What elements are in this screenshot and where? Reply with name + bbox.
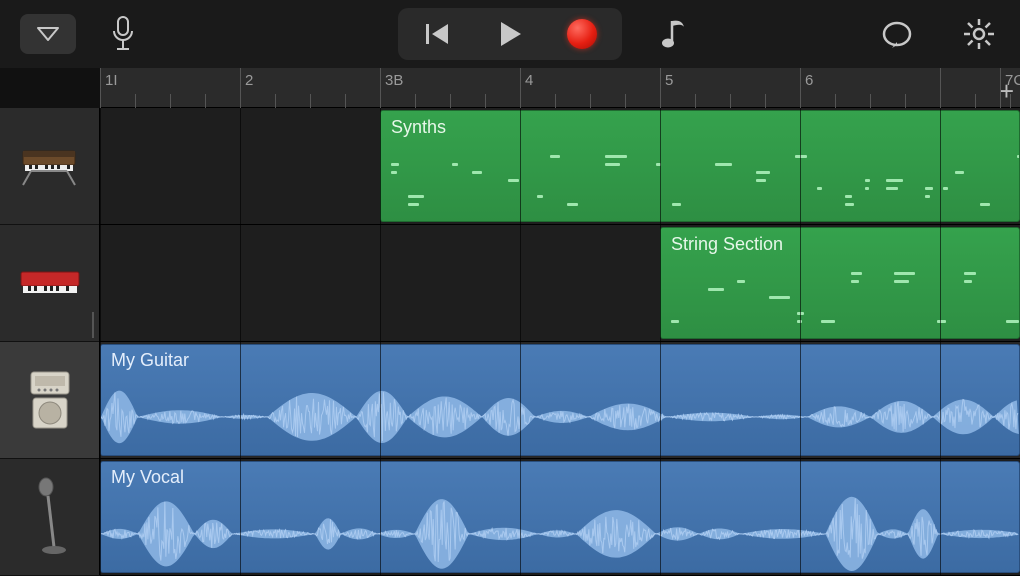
timeline-ruler[interactable]: + 1I23B4567C <box>100 68 1020 108</box>
keyboard-red-icon <box>19 268 81 298</box>
region-label: My Guitar <box>111 350 189 371</box>
input-mic-button[interactable] <box>110 15 136 53</box>
skip-back-icon <box>424 21 452 47</box>
record-icon <box>567 19 597 49</box>
track-header-synths[interactable] <box>0 108 99 225</box>
region-vocal[interactable]: My Vocal <box>100 461 1020 573</box>
loop-icon <box>880 19 914 49</box>
transport-controls <box>398 8 622 60</box>
musical-note-icon <box>660 17 690 51</box>
region-label: My Vocal <box>111 467 184 488</box>
waveform <box>101 377 1019 456</box>
settings-button[interactable] <box>962 17 996 51</box>
gear-icon <box>962 17 996 51</box>
track-header-strings[interactable] <box>0 225 99 342</box>
track-header-vocal[interactable] <box>0 459 99 576</box>
region-label: String Section <box>671 234 783 255</box>
guitar-amp-icon <box>25 368 75 432</box>
play-icon <box>497 20 523 48</box>
waveform <box>101 494 1019 573</box>
region-strings[interactable]: String Section <box>660 227 1020 339</box>
track-row-strings[interactable]: String Section <box>100 225 1020 342</box>
region-guitar[interactable]: My Guitar <box>100 344 1020 456</box>
view-menu-button[interactable] <box>20 14 76 54</box>
play-button[interactable] <box>474 12 546 56</box>
synth-keyboard-icon <box>19 145 81 187</box>
rewind-button[interactable] <box>402 12 474 56</box>
loop-button[interactable] <box>880 19 914 49</box>
track-header-guitar[interactable] <box>0 342 99 459</box>
region-label: Synths <box>391 117 446 138</box>
track-header-sidebar <box>0 108 100 575</box>
arrangement-area[interactable]: Synths String Section My Guitar My Vocal <box>100 108 1020 575</box>
track-row-synths[interactable]: Synths <box>100 108 1020 225</box>
note-pad-button[interactable] <box>660 17 690 51</box>
midi-notes <box>387 155 1013 213</box>
track-row-guitar[interactable]: My Guitar <box>100 342 1020 459</box>
region-synths[interactable]: Synths <box>380 110 1020 222</box>
toolbar <box>0 0 1020 68</box>
triangle-down-icon <box>37 27 59 41</box>
track-row-vocal[interactable]: My Vocal <box>100 459 1020 576</box>
midi-notes <box>667 272 1013 330</box>
record-button[interactable] <box>546 12 618 56</box>
microphone-icon <box>110 15 136 53</box>
mic-stand-icon <box>30 477 70 557</box>
sidebar-resize-handle[interactable] <box>92 312 100 338</box>
